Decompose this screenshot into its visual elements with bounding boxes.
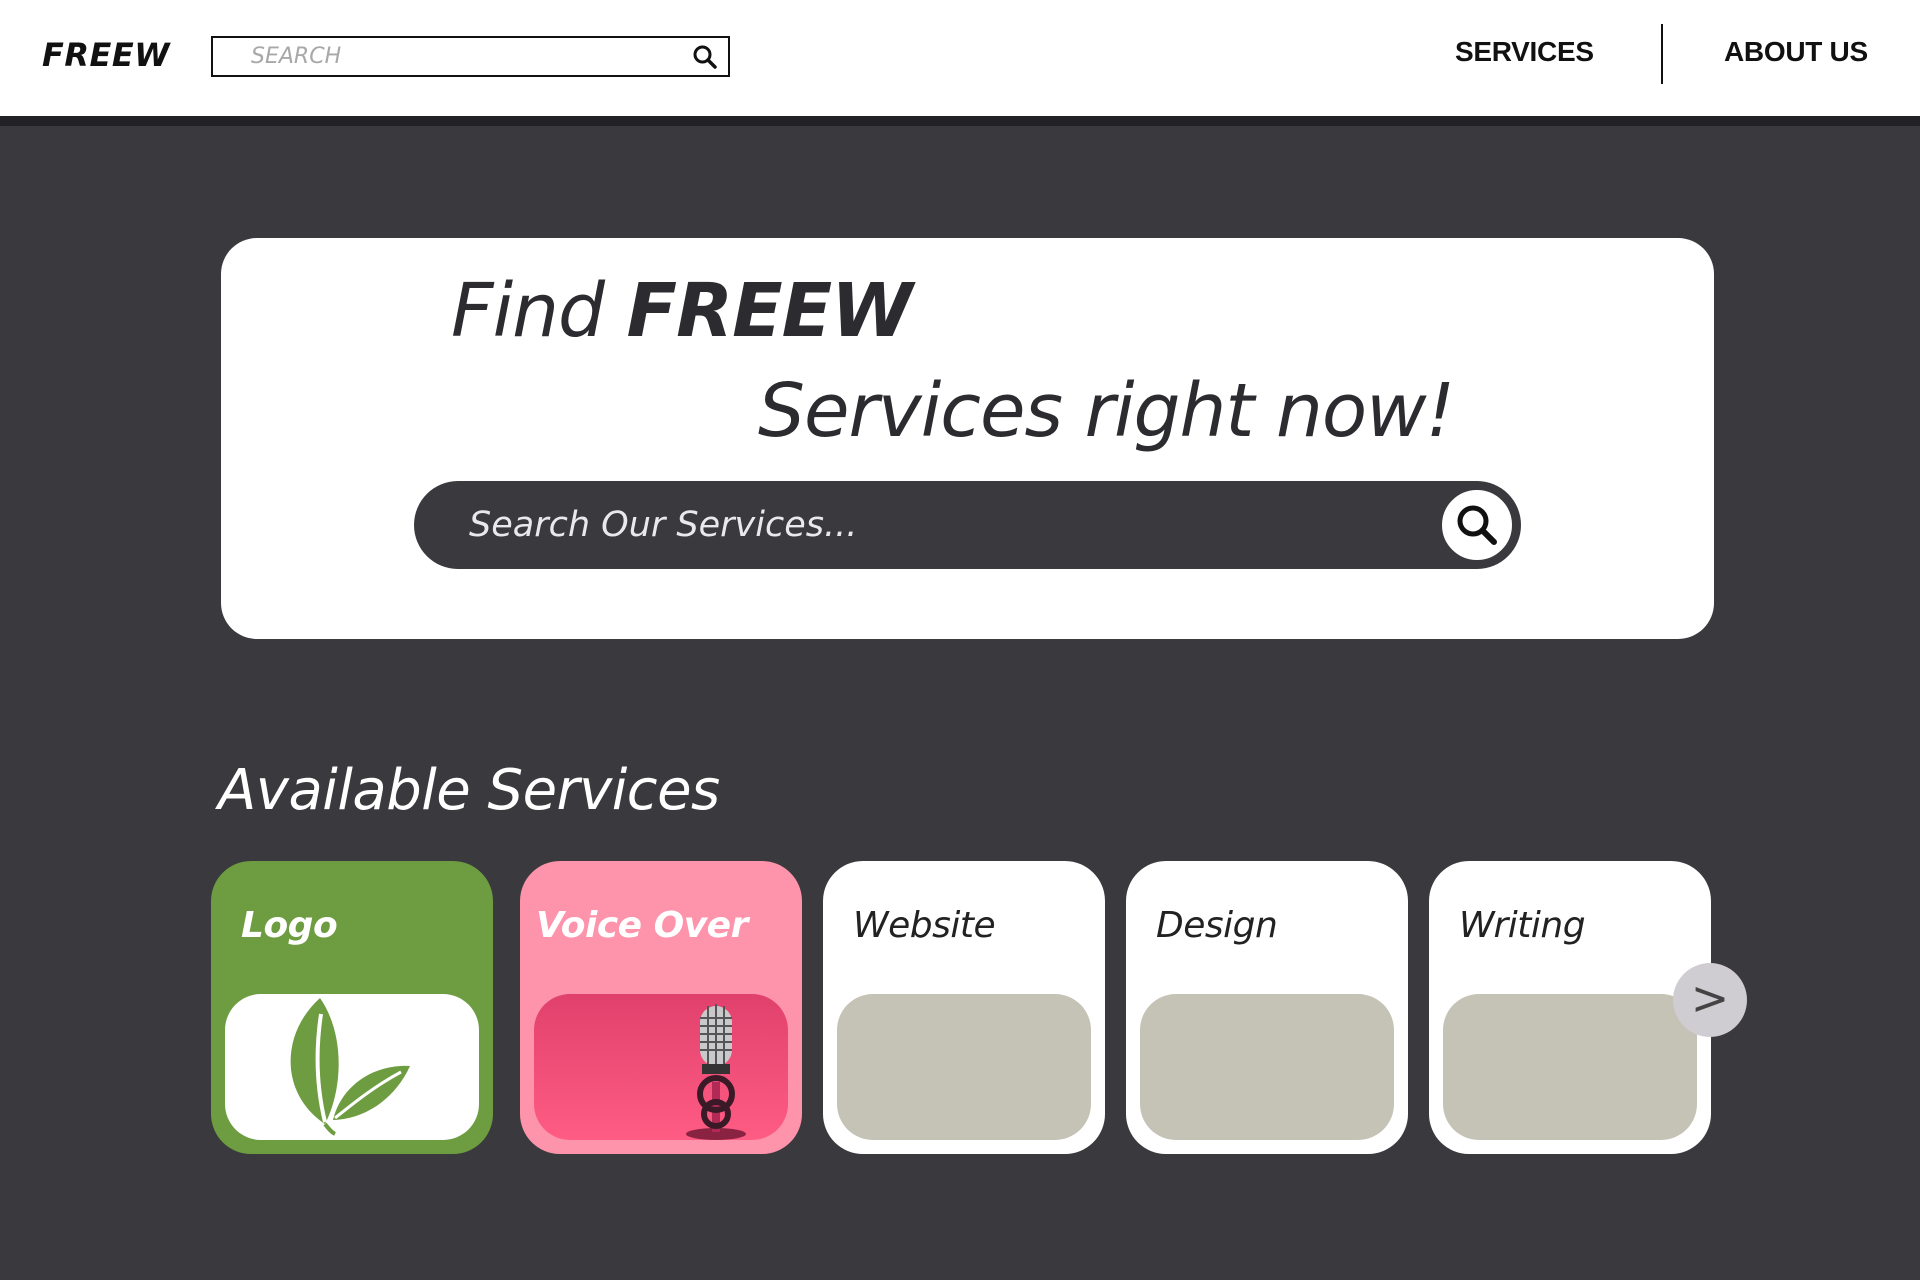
service-card-image-placeholder: [1443, 994, 1697, 1140]
brand-logo[interactable]: FREEW: [42, 36, 170, 74]
search-icon[interactable]: [692, 44, 718, 70]
nav-divider: [1661, 24, 1663, 84]
top-header: FREEW SERVICES ABOUT US: [0, 0, 1920, 126]
service-card-image: [534, 994, 788, 1140]
search-icon: [1457, 505, 1497, 545]
services-search-bar[interactable]: [414, 481, 1521, 569]
service-card-label: Logo: [241, 905, 338, 946]
service-card-image: [225, 994, 479, 1140]
header-search-box[interactable]: [211, 36, 730, 77]
hero-heading-line1: Find FREEW: [451, 268, 913, 354]
hero-heading-line2: Services right now!: [758, 368, 1455, 454]
service-card-design[interactable]: Design: [1126, 861, 1408, 1154]
service-card-image-placeholder: [1140, 994, 1394, 1140]
service-card-writing[interactable]: Writing: [1429, 861, 1711, 1154]
microphone-icon: [686, 1004, 746, 1140]
service-card-label: Design: [1156, 905, 1278, 946]
service-card-website[interactable]: Website: [823, 861, 1105, 1154]
service-card-voice-over[interactable]: Voice Over: [520, 861, 802, 1154]
header-search-input[interactable]: [213, 38, 683, 75]
hero-heading-prefix: Find: [451, 268, 627, 354]
service-card-label: Website: [853, 905, 996, 946]
nav-about-us[interactable]: ABOUT US: [1724, 36, 1868, 68]
available-services-title: Available Services: [218, 758, 720, 823]
chevron-right-icon: >: [1690, 971, 1730, 1025]
services-search-input[interactable]: [414, 481, 1414, 569]
hero-heading-brand: FREEW: [626, 268, 913, 354]
service-card-logo[interactable]: Logo: [211, 861, 493, 1154]
services-search-button[interactable]: [1437, 485, 1517, 565]
carousel-next-button[interactable]: >: [1673, 963, 1747, 1037]
leaf-icon: [290, 998, 410, 1136]
service-card-label: Writing: [1459, 905, 1586, 946]
nav-services[interactable]: SERVICES: [1455, 36, 1594, 68]
hero-card: Find FREEW Services right now!: [221, 238, 1714, 639]
service-card-label: Voice Over: [536, 905, 748, 946]
service-card-image-placeholder: [837, 994, 1091, 1140]
